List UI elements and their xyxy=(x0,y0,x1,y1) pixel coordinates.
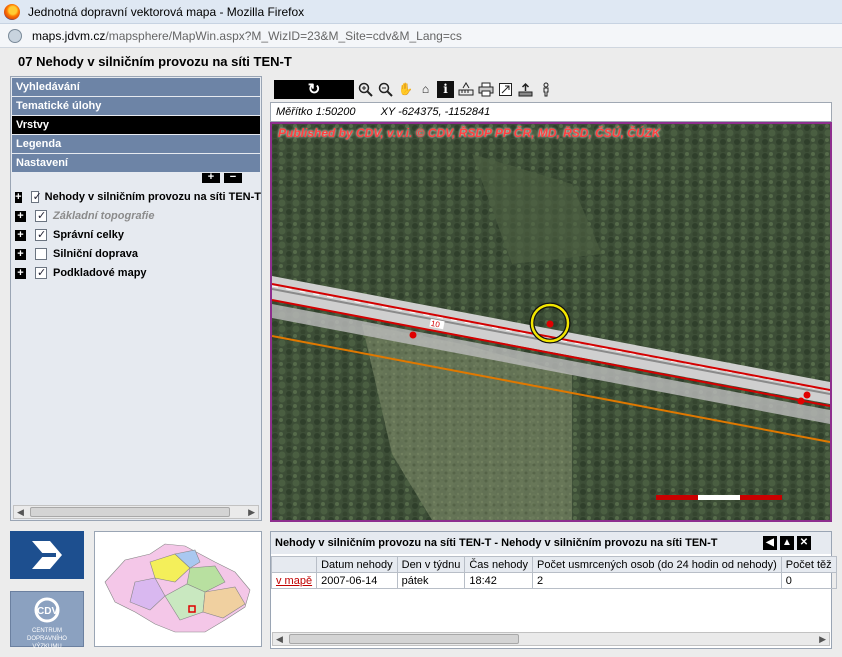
cdv-logo[interactable]: CDV CENTRUM DOPRAVNÍHO VÝZKUMU xyxy=(10,591,84,650)
aerial-map-image[interactable]: 10 xyxy=(272,124,830,520)
accident-point[interactable] xyxy=(409,331,417,339)
menu-item-thematic-tasks[interactable]: Tematické úlohy xyxy=(12,97,260,115)
person-icon[interactable] xyxy=(537,81,554,98)
layer-checkbox[interactable] xyxy=(30,190,42,203)
accident-point-selected[interactable] xyxy=(546,320,554,328)
expand-icon[interactable]: + xyxy=(15,210,26,222)
pan-hand-icon[interactable]: ✋ xyxy=(397,81,414,98)
info-icon[interactable]: i xyxy=(437,80,454,98)
zoom-in-icon[interactable] xyxy=(357,81,374,98)
accident-point[interactable] xyxy=(803,391,811,399)
layer-label: Správní celky xyxy=(53,229,124,241)
layer-label: Podkladové mapy xyxy=(53,267,147,279)
results-title: Nehody v silničním provozu na síti TEN-T… xyxy=(271,532,831,554)
menu-item-search[interactable]: Vyhledávání xyxy=(12,78,260,96)
expand-icon[interactable]: + xyxy=(15,191,22,203)
print-icon[interactable] xyxy=(477,81,494,98)
layer-checkbox[interactable] xyxy=(35,228,47,241)
results-panel: Nehody v silničním provozu na síti TEN-T… xyxy=(270,531,837,649)
window-title: Jednotná dopravní vektorová mapa - Mozil… xyxy=(28,4,305,19)
date-cell: 2007-06-14 xyxy=(316,572,398,589)
window-titlebar: Jednotná dopravní vektorová mapa - Mozil… xyxy=(0,0,842,24)
layer-item[interactable]: + Základní topografie xyxy=(15,208,261,224)
upload-icon[interactable] xyxy=(517,81,534,98)
layer-label: Silniční doprava xyxy=(53,248,138,260)
menu-item-settings[interactable]: Nastavení xyxy=(12,154,260,172)
home-icon[interactable]: ⌂ xyxy=(417,81,434,98)
svg-text:CDV: CDV xyxy=(37,606,58,617)
column-header[interactable]: Den v týdnu xyxy=(396,556,466,573)
accident-point[interactable] xyxy=(797,397,805,405)
firefox-icon xyxy=(4,3,20,20)
menu-item-layers[interactable]: Vrstvy xyxy=(12,116,260,134)
scroll-left-icon[interactable]: ◀ xyxy=(276,633,283,645)
zoom-out-icon[interactable] xyxy=(377,81,394,98)
url-text[interactable]: maps.jdvm.cz/mapsphere/MapWin.aspx?M_Wiz… xyxy=(32,29,462,43)
layer-checkbox[interactable] xyxy=(35,248,47,260)
expand-all-button[interactable]: + xyxy=(202,172,220,183)
layer-label: Základní topografie xyxy=(53,210,155,222)
table-header-row: Datum nehody Den v týdnu Čas nehody Poče… xyxy=(270,556,837,573)
page-title: 07 Nehody v silničním provozu na síti TE… xyxy=(18,54,292,69)
scale-coordinates-bar: Měřítko 1:50200 XY -624375, -1152841 xyxy=(270,102,832,122)
table-row: v mapě 2007-06-14 pátek 18:42 2 0 xyxy=(270,572,837,589)
fatalities-cell: 2 xyxy=(532,572,782,589)
layers-horizontal-scrollbar[interactable]: ◀ ▶ xyxy=(13,505,259,519)
expand-icon[interactable]: + xyxy=(15,267,26,279)
left-panel: Vyhledávání Tematické úlohy Vrstvy Legen… xyxy=(10,76,262,521)
address-bar[interactable]: maps.jdvm.cz/mapsphere/MapWin.aspx?M_Wiz… xyxy=(0,24,842,48)
collapse-all-button[interactable]: − xyxy=(224,172,242,183)
overview-minimap[interactable] xyxy=(94,531,262,647)
scroll-left-icon[interactable]: ◀ xyxy=(17,506,24,518)
time-cell: 18:42 xyxy=(464,572,534,589)
map-view[interactable]: 10 Published by CDV, v.v.i. © CDV, ŘSDP … xyxy=(270,122,832,522)
scale-label: Měřítko 1:50200 xyxy=(276,106,356,118)
measure-icon[interactable] xyxy=(457,81,474,98)
layer-label: Nehody v silničním provozu na síti TEN-T xyxy=(44,191,261,203)
layer-item[interactable]: + Silniční doprava xyxy=(15,246,261,262)
layer-checkbox[interactable] xyxy=(35,266,47,279)
map-credits: Published by CDV, v.v.i. © CDV, ŘSDP PP … xyxy=(278,126,661,140)
expand-icon[interactable]: + xyxy=(15,229,26,241)
scrollbar-thumb[interactable] xyxy=(289,634,519,644)
refresh-map-button[interactable]: ↻ xyxy=(274,79,354,99)
jdvm-logo[interactable] xyxy=(10,531,84,579)
close-icon[interactable]: ✕ xyxy=(797,536,811,550)
results-horizontal-scrollbar[interactable]: ◀ ▶ xyxy=(272,632,830,646)
arrow-left-icon[interactable]: ◀ xyxy=(763,536,777,550)
results-table: Datum nehody Den v týdnu Čas nehody Poče… xyxy=(270,556,837,589)
layer-item[interactable]: + Podkladové mapy xyxy=(15,265,261,281)
show-in-map-link[interactable]: v mapě xyxy=(276,575,312,587)
export-icon[interactable] xyxy=(497,81,514,98)
scroll-right-icon[interactable]: ▶ xyxy=(248,506,255,518)
map-toolbar: ↻ ✋ ⌂ i xyxy=(274,79,562,99)
scrollbar-thumb[interactable] xyxy=(30,507,230,517)
column-header[interactable]: Čas nehody xyxy=(464,556,534,573)
column-header[interactable]: Počet těž xyxy=(780,556,837,573)
layer-item[interactable]: + Správní celky xyxy=(15,227,261,243)
column-header[interactable]: Datum nehody xyxy=(316,556,398,573)
scroll-right-icon[interactable]: ▶ xyxy=(819,633,826,645)
menu-item-legend[interactable]: Legenda xyxy=(12,135,260,153)
arrow-up-icon[interactable]: ▲ xyxy=(780,536,794,550)
globe-icon xyxy=(8,28,22,43)
coordinates-label: XY -624375, -1152841 xyxy=(380,106,491,118)
layer-checkbox[interactable] xyxy=(35,209,47,222)
layer-item[interactable]: + Nehody v silničním provozu na síti TEN… xyxy=(15,189,261,205)
column-header xyxy=(270,556,318,573)
cdv-logo-text: CENTRUM DOPRAVNÍHO VÝZKUMU xyxy=(27,628,67,650)
column-header[interactable]: Počet usmrcených osob (do 24 hodin od ne… xyxy=(532,556,782,573)
weekday-cell: pátek xyxy=(396,572,466,589)
injuries-cell: 0 xyxy=(780,572,837,589)
expand-icon[interactable]: + xyxy=(15,248,26,260)
